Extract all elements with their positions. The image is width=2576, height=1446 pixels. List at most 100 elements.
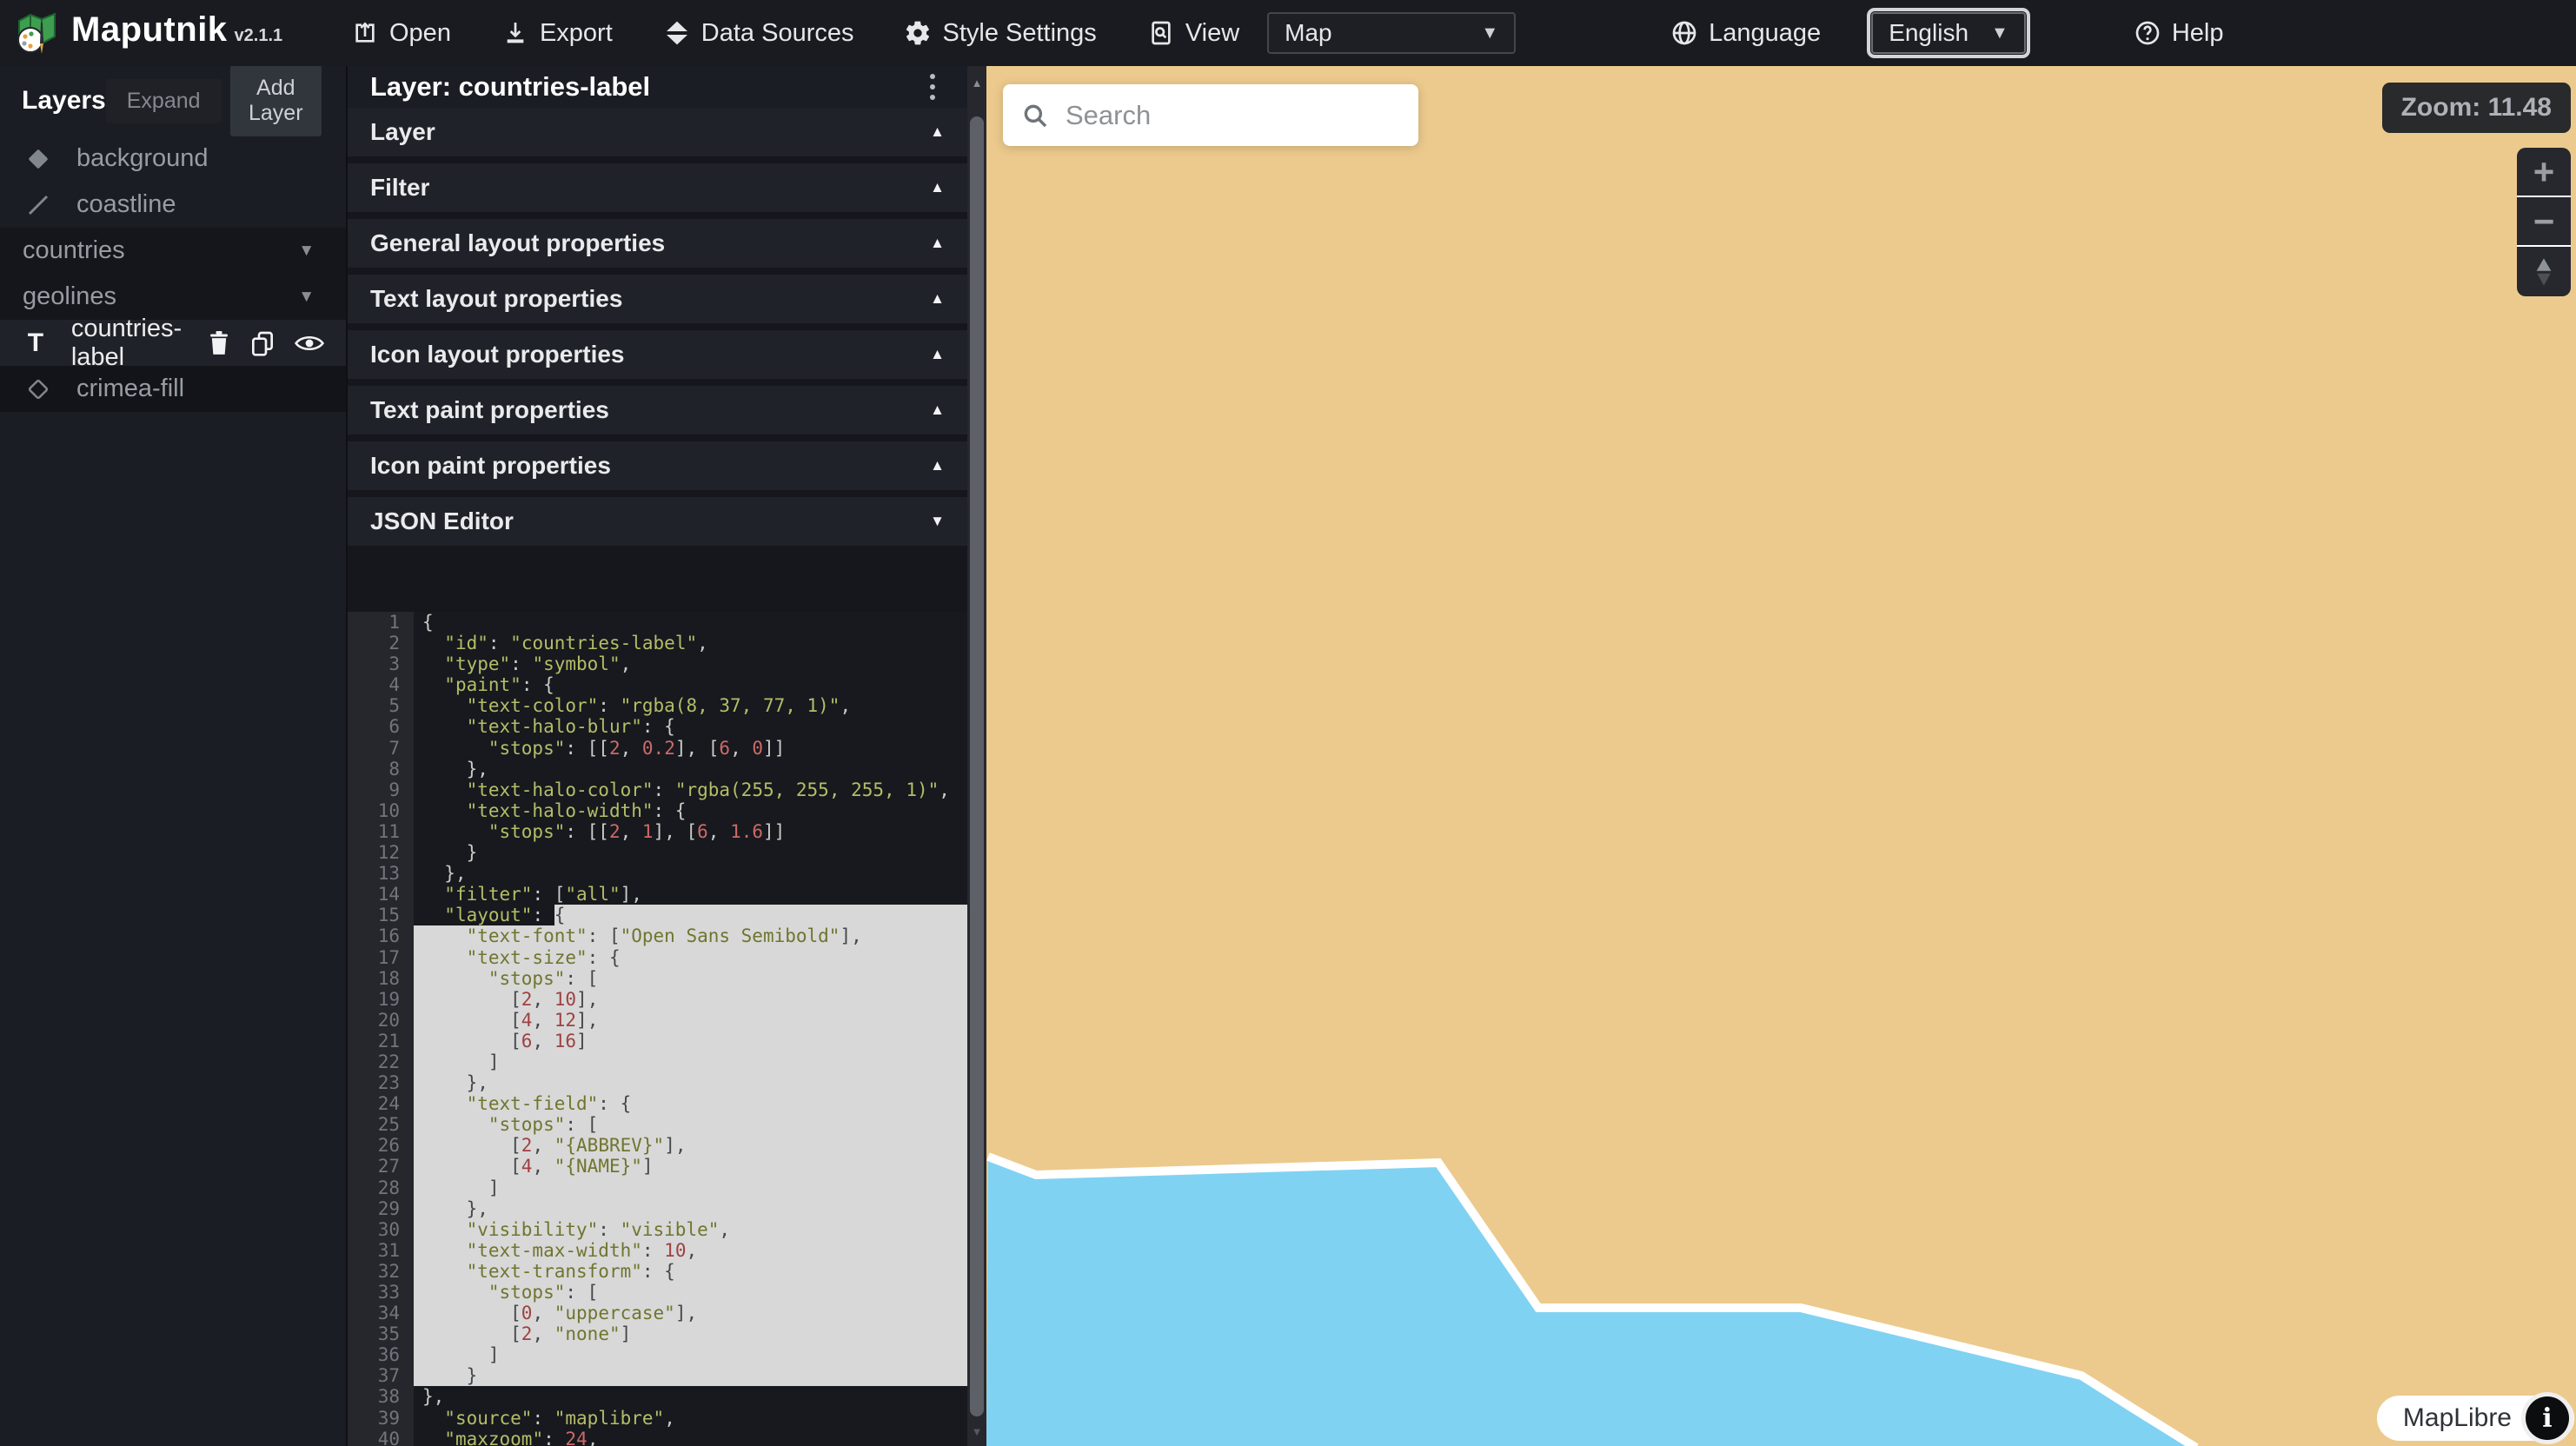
layer-item-countries-label[interactable]: Tcountries-label (0, 320, 346, 366)
layer-item-coastline[interactable]: coastline (0, 182, 346, 228)
line-number: 38 (348, 1386, 414, 1407)
code-line-29[interactable]: 29 }, (348, 1198, 967, 1219)
section-icon-layout-properties[interactable]: Icon layout properties▲ (348, 330, 967, 379)
code-line-22[interactable]: 22 ] (348, 1051, 967, 1072)
section-text-paint-properties[interactable]: Text paint properties▲ (348, 386, 967, 434)
language-select[interactable]: English ▼ (1871, 12, 2026, 54)
diamond-outline-icon (23, 376, 54, 402)
layer-group-geolines[interactable]: geolines▼ (0, 274, 346, 320)
line-number: 9 (348, 779, 414, 800)
scrollbar-up-arrow[interactable]: ▲ (967, 70, 986, 96)
view-select[interactable]: Map ▼ (1267, 12, 1516, 54)
chevron-down-icon[interactable]: ▼ (298, 288, 325, 307)
zoom-in-button[interactable]: + (2517, 148, 2571, 197)
code-line-35[interactable]: 35 [2, "none"] (348, 1323, 967, 1344)
section-label: Icon paint properties (370, 452, 611, 480)
code-line-6[interactable]: 6 "text-halo-blur": { (348, 716, 967, 737)
app-logo[interactable]: Maputnik v2.1.1 (0, 10, 351, 56)
app-title: Maputnik (71, 10, 228, 50)
scrollbar-down-arrow[interactable]: ▼ (967, 1418, 986, 1444)
code-line-11[interactable]: 11 "stops": [[2, 1], [6, 1.6]] (348, 821, 967, 842)
maplibre-link[interactable]: MapLibre (2403, 1403, 2512, 1433)
code-line-4[interactable]: 4 "paint": { (348, 674, 967, 695)
visibility-icon[interactable] (294, 331, 325, 355)
code-line-10[interactable]: 10 "text-halo-width": { (348, 800, 967, 821)
layer-editor-panel: Layer: countries-label Layer ▲ Filter▲ Gene… (348, 66, 986, 1446)
code-line-1[interactable]: 1{ (348, 612, 967, 633)
section-label: Layer (370, 118, 435, 146)
code-line-2[interactable]: 2 "id": "countries-label", (348, 633, 967, 653)
scrollbar-thumb[interactable] (970, 116, 984, 1416)
code-line-38[interactable]: 38 }, (348, 1386, 967, 1407)
layer-item-crimea-fill[interactable]: crimea-fill (0, 366, 346, 412)
kebab-menu-icon[interactable] (920, 71, 945, 103)
code-line-15[interactable]: 15 "layout": { (348, 905, 967, 925)
code-line-25[interactable]: 25 "stops": [ (348, 1114, 967, 1135)
json-editor-code[interactable]: 1{2 "id": "countries-label",3 "type": "s… (348, 612, 967, 1446)
menu-item-open[interactable]: Open (351, 19, 451, 48)
section-text-layout-properties[interactable]: Text layout properties▲ (348, 275, 967, 323)
menu-item-help[interactable]: Help (2134, 19, 2224, 48)
top-menu: Open Export Data Sources Style Settings (351, 19, 1097, 48)
data-sources-icon (663, 19, 691, 47)
section-layer[interactable]: Layer ▲ (348, 108, 967, 156)
section-filter[interactable]: Filter▲ (348, 163, 967, 212)
expand-arrow-icon: ▲ (930, 123, 945, 141)
menu-item-style-settings[interactable]: Style Settings (904, 19, 1096, 48)
layer-editor-title-row: Layer: countries-label (348, 66, 967, 108)
menu-item-view[interactable]: View (1147, 19, 1239, 48)
layer-item-background[interactable]: background (0, 136, 346, 182)
code-line-30[interactable]: 30 "visibility": "visible", (348, 1219, 967, 1240)
code-line-40[interactable]: 40 "maxzoom": 24, (348, 1429, 967, 1446)
code-line-16[interactable]: 16 "text-font": ["Open Sans Semibold"], (348, 925, 967, 946)
menu-label: Data Sources (701, 19, 854, 48)
compass-button[interactable] (2517, 247, 2571, 296)
line-number: 4 (348, 674, 414, 695)
delete-icon[interactable] (207, 329, 231, 357)
chevron-down-icon[interactable]: ▼ (298, 242, 325, 261)
layer-group-countries[interactable]: countries▼ (0, 228, 346, 274)
code-line-24[interactable]: 24 "text-field": { (348, 1093, 967, 1114)
zoom-out-button[interactable]: − (2517, 197, 2571, 247)
map-canvas[interactable] (986, 66, 2576, 1446)
add-layer-button[interactable]: Add Layer (230, 65, 322, 136)
line-number: 17 (348, 947, 414, 968)
code-line-31[interactable]: 31 "text-max-width": 10, (348, 1240, 967, 1261)
code-line-39[interactable]: 39 "source": "maplibre", (348, 1408, 967, 1429)
code-line-12[interactable]: 12 } (348, 842, 967, 863)
panel-scrollbar: ▲ ▼ (967, 66, 986, 1446)
code-line-23[interactable]: 23 }, (348, 1072, 967, 1093)
search-input[interactable] (1066, 100, 1412, 131)
code-line-33[interactable]: 33 "stops": [ (348, 1282, 967, 1303)
code-line-3[interactable]: 3 "type": "symbol", (348, 653, 967, 674)
code-line-5[interactable]: 5 "text-color": "rgba(8, 37, 77, 1)", (348, 695, 967, 716)
code-line-9[interactable]: 9 "text-halo-color": "rgba(255, 255, 255… (348, 779, 967, 800)
menu-item-data-sources[interactable]: Data Sources (663, 19, 854, 48)
layer-list: backgroundcoastlinecountries▼geolines▼Tc… (0, 136, 346, 412)
code-line-28[interactable]: 28 ] (348, 1177, 967, 1198)
expand-button[interactable]: Expand (106, 79, 222, 123)
code-line-27[interactable]: 27 [4, "{NAME}"] (348, 1156, 967, 1177)
code-line-8[interactable]: 8 }, (348, 759, 967, 779)
section-json-editor[interactable]: JSON Editor▼ (348, 497, 967, 546)
code-line-37[interactable]: 37 } (348, 1365, 967, 1386)
code-line-7[interactable]: 7 "stops": [[2, 0.2], [6, 0]] (348, 738, 967, 759)
code-line-26[interactable]: 26 [2, "{ABBREV}"], (348, 1135, 967, 1156)
code-line-34[interactable]: 34 [0, "uppercase"], (348, 1303, 967, 1323)
code-line-32[interactable]: 32 "text-transform": { (348, 1261, 967, 1282)
map-search-box (1003, 84, 1418, 146)
code-line-19[interactable]: 19 [2, 10], (348, 989, 967, 1010)
duplicate-icon[interactable] (249, 329, 276, 357)
code-line-17[interactable]: 17 "text-size": { (348, 947, 967, 968)
section-general-layout-properties[interactable]: General layout properties▲ (348, 219, 967, 268)
code-line-21[interactable]: 21 [6, 16] (348, 1031, 967, 1051)
code-line-36[interactable]: 36 ] (348, 1344, 967, 1365)
code-line-18[interactable]: 18 "stops": [ (348, 968, 967, 989)
maputnik-logo-icon (14, 10, 59, 56)
section-icon-paint-properties[interactable]: Icon paint properties▲ (348, 441, 967, 490)
code-line-20[interactable]: 20 [4, 12], (348, 1010, 967, 1031)
code-line-13[interactable]: 13 }, (348, 863, 967, 884)
attribution-info-icon[interactable]: i (2526, 1396, 2569, 1440)
menu-item-export[interactable]: Export (501, 19, 613, 48)
code-line-14[interactable]: 14 "filter": ["all"], (348, 884, 967, 905)
